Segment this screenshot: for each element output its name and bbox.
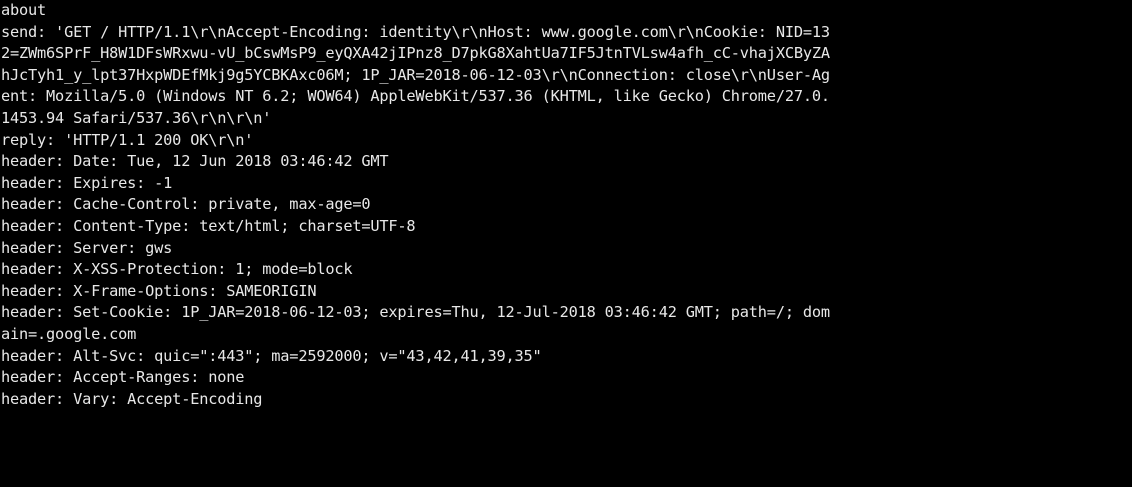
terminal-output[interactable]: about send: 'GET / HTTP/1.1\r\nAccept-En…: [0, 0, 1132, 487]
terminal-line-header-xss-protection: header: X-XSS-Protection: 1; mode=block: [1, 260, 353, 279]
terminal-line-header-server: header: Server: gws: [1, 238, 173, 257]
terminal-line-send-cont-1: 2=ZWm6SPrF_H8W1DFsWRxwu-vU_bCswMsP9_eyQX…: [1, 44, 830, 63]
terminal-line-header-accept-ranges: header: Accept-Ranges: none: [1, 368, 245, 387]
terminal-line-header-set-cookie: header: Set-Cookie: 1P_JAR=2018-06-12-03…: [1, 303, 830, 322]
terminal-line-header-frame-options: header: X-Frame-Options: SAMEORIGIN: [1, 281, 317, 300]
terminal-line-send-cont-4: 1453.94 Safari/537.36\r\n\r\n': [1, 108, 272, 127]
terminal-line-reply: reply: 'HTTP/1.1 200 OK\r\n': [1, 130, 254, 149]
terminal-line-header-vary: header: Vary: Accept-Encoding: [1, 389, 263, 408]
terminal-line-header-expires: header: Expires: -1: [1, 173, 173, 192]
terminal-line-about: about: [1, 1, 47, 19]
terminal-line-header-cache-control: header: Cache-Control: private, max-age=…: [1, 195, 371, 214]
terminal-line-header-date: header: Date: Tue, 12 Jun 2018 03:46:42 …: [1, 152, 389, 171]
terminal-line-header-set-cookie-cont: ain=.google.com: [1, 324, 137, 343]
terminal-line-send-cont-3: ent: Mozilla/5.0 (Windows NT 6.2; WOW64)…: [1, 87, 830, 106]
terminal-line-send-cont-2: hJcTyh1_y_lpt37HxpWDEfMkj9g5YCBKAxc06M; …: [1, 65, 830, 84]
terminal-line-header-content-type: header: Content-Type: text/html; charset…: [1, 216, 416, 235]
terminal-line-header-alt-svc: header: Alt-Svc: quic=":443"; ma=2592000…: [1, 346, 542, 365]
terminal-line-send: send: 'GET / HTTP/1.1\r\nAccept-Encoding…: [1, 22, 830, 41]
